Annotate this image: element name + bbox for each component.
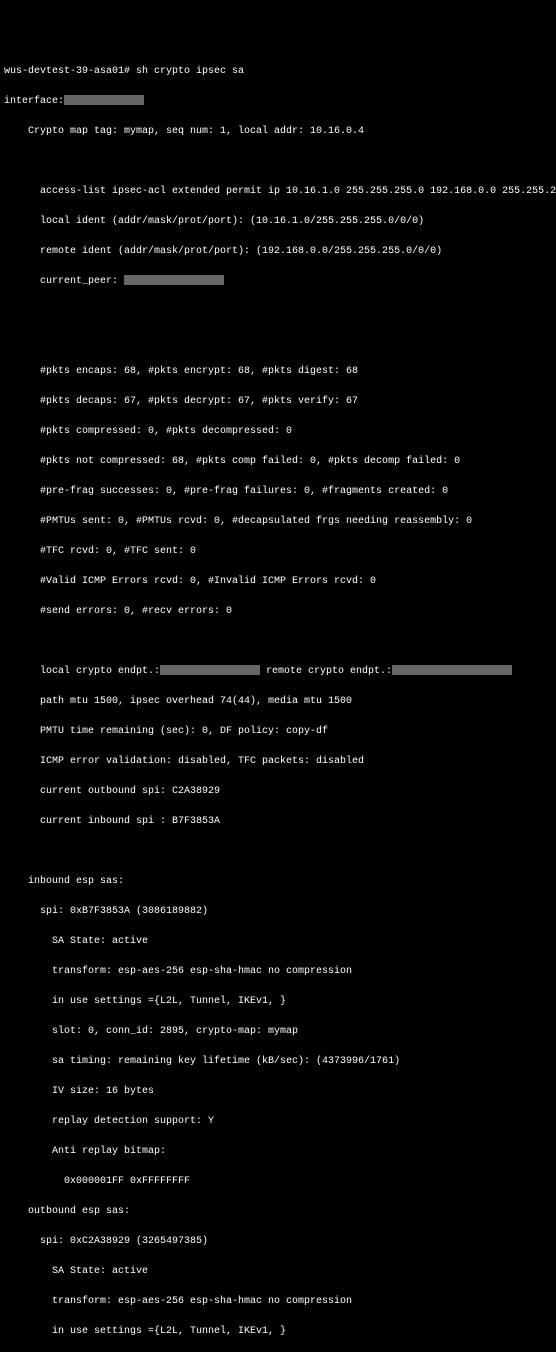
pkts-decaps-line: #pkts decaps: 67, #pkts decrypt: 67, #pk… — [4, 394, 552, 409]
remote-ident-line: remote ident (addr/mask/prot/port): (192… — [4, 244, 552, 259]
interface-label: interface: — [4, 96, 64, 107]
outbound-header-line: outbound esp sas: — [4, 1204, 552, 1219]
inbound-timing-line: sa timing: remaining key lifetime (kB/se… — [4, 1054, 552, 1069]
blank-line — [4, 844, 552, 859]
command-prompt: wus-devtest-39-asa01# sh crypto ipsec sa — [4, 64, 552, 79]
inbound-slot-line: slot: 0, conn_id: 2895, crypto-map: myma… — [4, 1024, 552, 1039]
pre-frag-line: #pre-frag successes: 0, #pre-frag failur… — [4, 484, 552, 499]
inbound-settings-line: in use settings ={L2L, Tunnel, IKEv1, } — [4, 994, 552, 1009]
blank-line — [4, 154, 552, 169]
inbound-spi-val-line: spi: 0xB7F3853A (3086189882) — [4, 904, 552, 919]
blank-line — [4, 304, 552, 319]
outbound-settings-line: in use settings ={L2L, Tunnel, IKEv1, } — [4, 1324, 552, 1339]
acl-line: access-list ipsec-acl extended permit ip… — [4, 184, 552, 199]
inbound-header-line: inbound esp sas: — [4, 874, 552, 889]
local-crypto-label: local crypto endpt.: — [4, 666, 160, 677]
redacted-interface — [64, 95, 144, 105]
redacted-local-endpt — [160, 665, 260, 675]
inbound-spi-line: current inbound spi : B7F3853A — [4, 814, 552, 829]
inbound-bitmap-line: 0x000001FF 0xFFFFFFFF — [4, 1174, 552, 1189]
outbound-spi-line: current outbound spi: C2A38929 — [4, 784, 552, 799]
outbound-transform-line: transform: esp-aes-256 esp-sha-hmac no c… — [4, 1294, 552, 1309]
peer-label: current_peer: — [4, 276, 118, 287]
crypto-map-line: Crypto map tag: mymap, seq num: 1, local… — [4, 124, 552, 139]
icmp-errors-line: #Valid ICMP Errors rcvd: 0, #Invalid ICM… — [4, 574, 552, 589]
inbound-replay-line: replay detection support: Y — [4, 1114, 552, 1129]
local-ident-line: local ident (addr/mask/prot/port): (10.1… — [4, 214, 552, 229]
remote-crypto-label: remote crypto endpt.: — [260, 666, 392, 677]
pkts-not-compressed-line: #pkts not compressed: 68, #pkts comp fai… — [4, 454, 552, 469]
interface-line: interface: — [4, 94, 552, 109]
path-mtu-line: path mtu 1500, ipsec overhead 74(44), me… — [4, 694, 552, 709]
current-peer-line: current_peer: — [4, 274, 552, 289]
pmtu-time-line: PMTU time remaining (sec): 0, DF policy:… — [4, 724, 552, 739]
redacted-remote-endpt — [392, 665, 512, 675]
inbound-iv-line: IV size: 16 bytes — [4, 1084, 552, 1099]
pmtus-line: #PMTUs sent: 0, #PMTUs rcvd: 0, #decapsu… — [4, 514, 552, 529]
redacted-peer — [124, 275, 224, 285]
blank-line — [4, 334, 552, 349]
icmp-validation-line: ICMP error validation: disabled, TFC pac… — [4, 754, 552, 769]
outbound-spi-val-line: spi: 0xC2A38929 (3265497385) — [4, 1234, 552, 1249]
pkts-compressed-line: #pkts compressed: 0, #pkts decompressed:… — [4, 424, 552, 439]
outbound-state-line: SA State: active — [4, 1264, 552, 1279]
send-errors-line: #send errors: 0, #recv errors: 0 — [4, 604, 552, 619]
tfc-line: #TFC rcvd: 0, #TFC sent: 0 — [4, 544, 552, 559]
inbound-anti-line: Anti replay bitmap: — [4, 1144, 552, 1159]
inbound-transform-line: transform: esp-aes-256 esp-sha-hmac no c… — [4, 964, 552, 979]
inbound-state-line: SA State: active — [4, 934, 552, 949]
pkts-encaps-line: #pkts encaps: 68, #pkts encrypt: 68, #pk… — [4, 364, 552, 379]
crypto-endpt-line: local crypto endpt.: remote crypto endpt… — [4, 664, 552, 679]
blank-line — [4, 634, 552, 649]
